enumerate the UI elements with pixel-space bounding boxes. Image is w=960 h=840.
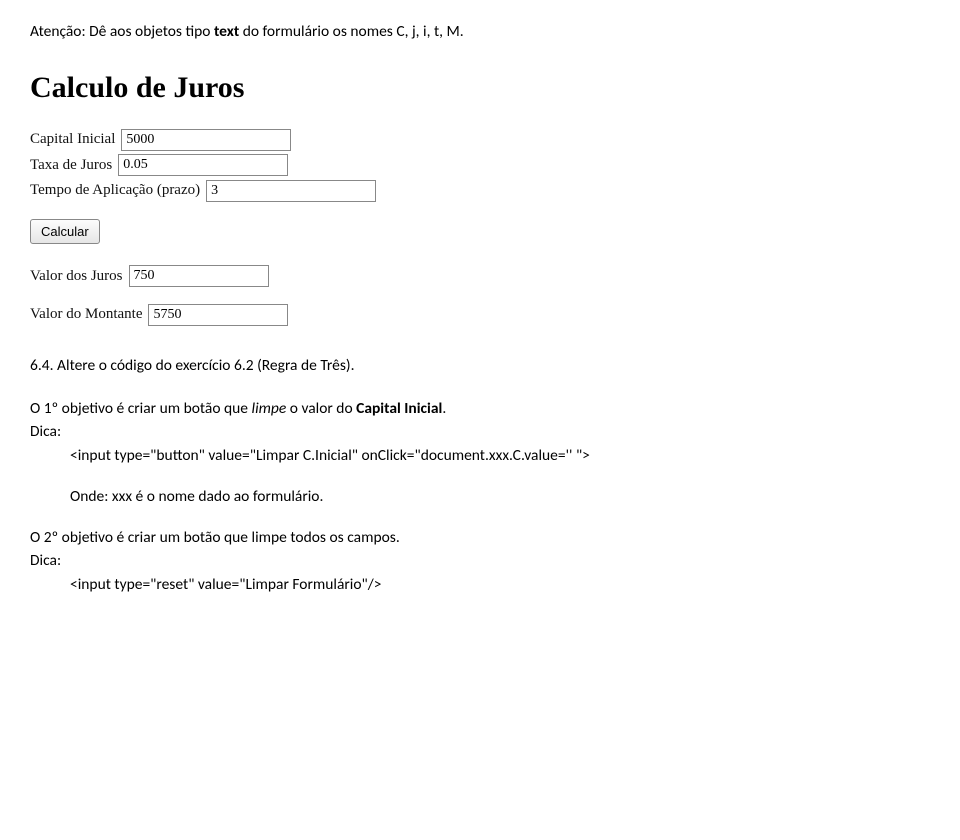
dica-1: Dica:	[30, 420, 930, 443]
intro-prefix: Atenção: Dê aos objetos tipo	[30, 22, 214, 41]
row-capital: Capital Inicial	[30, 128, 930, 151]
montante-label: Valor do Montante	[30, 303, 142, 326]
obj1-bold: Capital Inicial	[356, 399, 442, 418]
section-6-4: 6.4. Altere o código do exercício 6.2 (R…	[30, 354, 930, 596]
intro-paragraph: Atenção: Dê aos objetos tipo text do for…	[30, 20, 930, 43]
code-snippet-2: <input type="reset" value="Limpar Formul…	[70, 573, 930, 596]
tempo-label: Tempo de Aplicação (prazo)	[30, 179, 200, 202]
form-title: Calculo de Juros	[30, 65, 930, 110]
montante-input[interactable]	[148, 304, 288, 326]
intro-rest: do formulário os nomes C, j, i, t, M.	[239, 22, 463, 41]
row-tempo: Tempo de Aplicação (prazo)	[30, 179, 930, 202]
dica-2: Dica:	[30, 549, 930, 572]
code-snippet-1: <input type="button" value="Limpar C.Ini…	[70, 444, 930, 467]
taxa-input[interactable]	[118, 154, 288, 176]
objective-2: O 2º objetivo é criar um botão que limpe…	[30, 526, 930, 549]
juros-label: Valor dos Juros	[30, 265, 123, 288]
obj1-prefix: O 1º objetivo é criar um botão que	[30, 399, 252, 418]
calcular-button[interactable]: Calcular	[30, 219, 100, 244]
row-montante: Valor do Montante	[30, 303, 930, 326]
objective-1: O 1º objetivo é criar um botão que limpe…	[30, 397, 930, 420]
capital-input[interactable]	[121, 129, 291, 151]
section-heading: 6.4. Altere o código do exercício 6.2 (R…	[30, 354, 930, 377]
row-juros: Valor dos Juros	[30, 265, 930, 288]
obj1-mid: o valor do	[286, 399, 356, 418]
row-taxa: Taxa de Juros	[30, 154, 930, 177]
tempo-input[interactable]	[206, 180, 376, 202]
form-sample: Calculo de Juros Capital Inicial Taxa de…	[30, 65, 930, 326]
taxa-label: Taxa de Juros	[30, 154, 112, 177]
capital-label: Capital Inicial	[30, 128, 115, 151]
obj1-italic: limpe	[252, 399, 287, 418]
obj1-suffix: .	[442, 399, 446, 418]
intro-bold-text: text	[214, 22, 239, 41]
juros-input[interactable]	[129, 265, 269, 287]
onde-note: Onde: xxx é o nome dado ao formulário.	[70, 485, 930, 508]
